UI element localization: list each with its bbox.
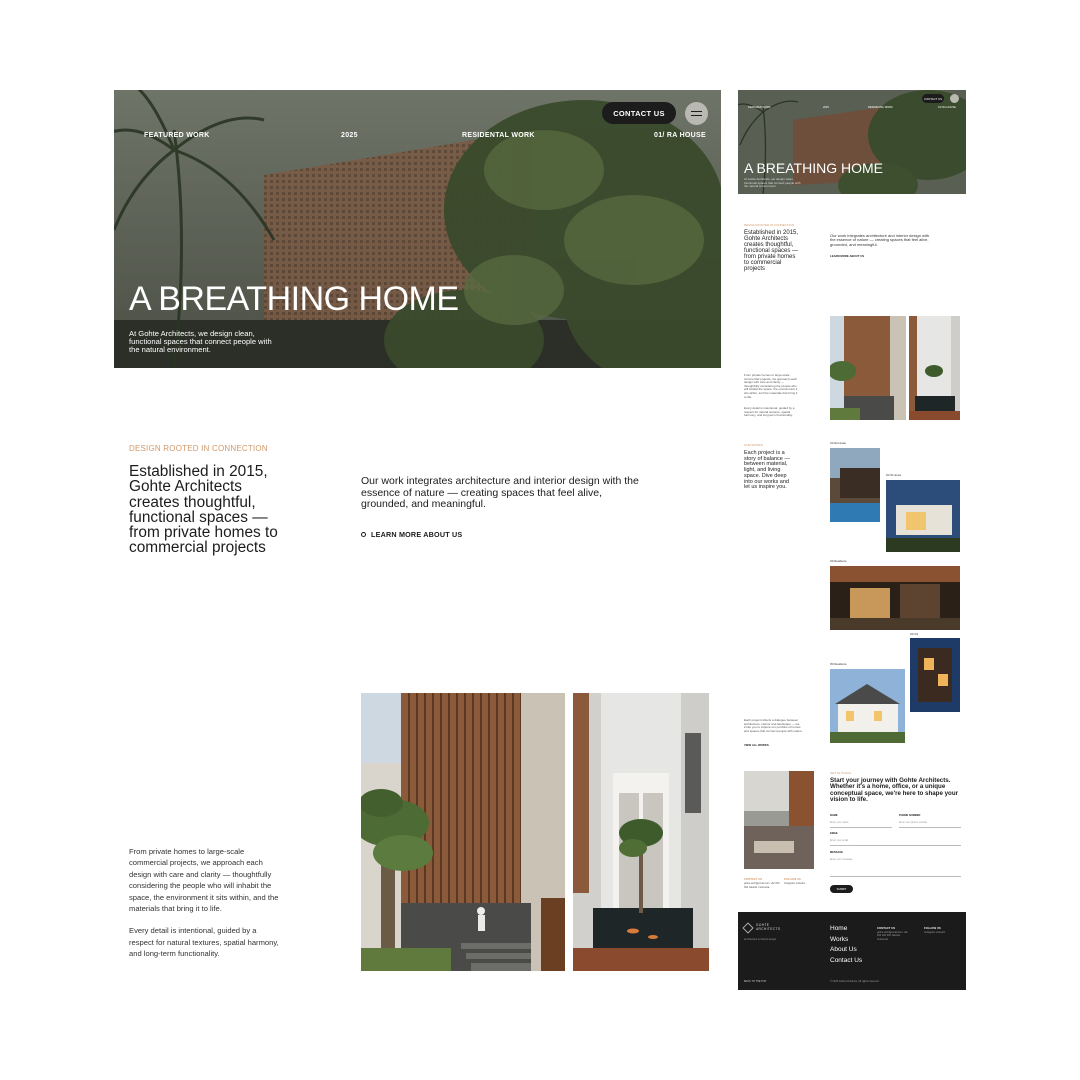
about-eyebrow: DESIGN ROOTED IN CONNECTION — [129, 444, 268, 453]
mini-about-heading: Established in 2015, Gohte Architects cr… — [744, 230, 799, 272]
mini-name-label: NAME — [830, 814, 838, 817]
mini-photo-courtyard — [909, 316, 960, 420]
mini-footer-logo[interactable]: GOHTE ARCHITECTS — [756, 923, 790, 931]
learn-more-label: LEARN MORE ABOUT US — [371, 530, 463, 539]
mini-phone-input[interactable]: Enter your phone number — [899, 821, 927, 824]
mini-form-heading: Start your journey with Gohte Architects… — [830, 777, 959, 804]
mini-nav-category[interactable]: RESIDENTAL WORK — [868, 106, 893, 109]
mini-project-caption-3[interactable]: 03/ Residence — [830, 560, 847, 563]
mini-form-eyebrow: GET IN TOUCH — [830, 771, 852, 775]
mini-body-paragraph-1: From private homes to large-scale commer… — [744, 373, 798, 399]
contact-us-button[interactable]: CONTACT US — [602, 102, 676, 124]
project-photo-facade — [361, 693, 565, 971]
mini-nav-project: 01/ RA HOUSE — [938, 106, 956, 109]
mobile-preview: FEATURED WORK 2025 RESIDENTAL WORK 01/ R… — [738, 90, 966, 990]
mini-footer-follow-heading: FOLLOW US — [924, 926, 941, 930]
mini-project-caption-1[interactable]: 01/ RA House — [830, 442, 846, 445]
mini-project-3-photo[interactable] — [830, 566, 960, 630]
menu-icon-line — [691, 115, 702, 117]
mini-message-input[interactable]: Enter your message — [830, 858, 852, 861]
mini-project-caption-5[interactable]: 05/ Residence — [830, 663, 847, 666]
mini-message-underline — [830, 876, 961, 877]
mini-hero-subtitle: At Gohte Architects, we design clean, fu… — [744, 177, 801, 189]
mini-footer-nav-home[interactable]: Home — [830, 924, 847, 935]
hero-subtitle: At Gohte Architects, we design clean, fu… — [129, 329, 272, 354]
mini-name-input[interactable]: Enter your name — [830, 821, 848, 824]
hero-nav-project: 01/ RA HOUSE — [654, 132, 706, 139]
mini-name-underline — [830, 827, 892, 828]
mini-menu-button[interactable] — [950, 94, 959, 103]
mini-contact-photo — [744, 771, 814, 869]
mini-contact-button[interactable]: CONTACT US — [922, 94, 944, 103]
hero-section: FEATURED WORK 2025 RESIDENTAL WORK 01/ R… — [114, 90, 721, 368]
mini-contact-heading: CONTACT US — [744, 877, 763, 881]
hero-title: A BREATHING HOME — [129, 280, 459, 318]
mini-footer-nav-contact[interactable]: Contact Us — [830, 956, 862, 967]
mini-message-label: MESSAGE — [830, 851, 843, 854]
mini-hero: FEATURED WORK 2025 RESIDENTAL WORK 01/ R… — [738, 90, 966, 194]
mini-about-text: Our work integrates architecture and int… — [830, 233, 930, 247]
mini-project-5-photo[interactable] — [830, 669, 905, 743]
mini-email-label: EMAIL — [830, 832, 839, 835]
hero-nav-featured[interactable]: FEATURED WORK — [144, 132, 210, 139]
mini-contact-text: gohte.arch@email.com +62 000 000 Jakarta… — [744, 882, 780, 889]
about-text: Our work integrates architecture and int… — [361, 475, 639, 510]
mini-footer-nav-about[interactable]: About Us — [830, 945, 857, 956]
hero-nav-category[interactable]: RESIDENTAL WORK — [462, 132, 535, 139]
mini-phone-label: PHONE NUMBER — [899, 814, 921, 817]
menu-button[interactable] — [685, 102, 708, 125]
mini-follow-text[interactable]: Instagram LinkedIn — [784, 882, 812, 886]
mini-footer-contact-heading: CONTACT US — [877, 926, 896, 930]
project-photo-courtyard — [573, 693, 709, 971]
mini-project-caption-4[interactable]: 04/ GS — [910, 633, 918, 636]
mini-project-1-photo[interactable] — [830, 448, 880, 522]
mini-footer-copyright: © 2025 Gohte Architects. All rights rese… — [830, 980, 880, 983]
mini-projects-heading: Each project is a story of balance — bet… — [744, 450, 790, 491]
mini-nav-featured[interactable]: FEATURED WORK — [748, 106, 771, 109]
mini-learn-more-link[interactable]: LEARN MORE ABOUT US — [830, 254, 864, 258]
body-paragraph-2: Every detail is intentional, guided by a… — [129, 926, 279, 959]
body-copy: From private homes to large-scale commer… — [129, 846, 279, 960]
menu-icon — [691, 110, 702, 112]
mini-body-paragraph-2: Every detail is intentional, guided by a… — [744, 406, 795, 418]
learn-more-link[interactable]: LEARN MORE ABOUT US — [361, 530, 462, 539]
mini-about-eyebrow: DESIGN ROOTED IN CONNECTION — [744, 223, 795, 227]
body-paragraph-1: From private homes to large-scale commer… — [129, 847, 279, 914]
mini-photo-facade — [830, 316, 906, 420]
mini-projects-eyebrow: OUR WORKS — [744, 443, 763, 447]
mini-back-to-top[interactable]: BACK TO THE TOP — [744, 980, 766, 983]
hero-nav-year: 2025 — [341, 132, 358, 139]
mini-submit-button[interactable]: SUBMIT — [830, 885, 853, 893]
learn-more-dot-icon — [361, 532, 366, 537]
mini-footer-nav-works[interactable]: Works — [830, 935, 848, 946]
mini-follow-heading: FOLLOW US — [784, 877, 801, 881]
mini-footer-tagline: Architecture & interior design — [744, 938, 777, 941]
mini-projects-text: Each project reflects a dialogue between… — [744, 718, 803, 733]
logo-icon — [742, 922, 754, 934]
mini-footer-follow-text[interactable]: Instagram LinkedIn — [924, 931, 958, 934]
mini-footer: GOHTE ARCHITECTS Architecture & interior… — [738, 912, 966, 990]
mini-email-underline — [830, 845, 961, 846]
mini-project-2-photo[interactable] — [886, 480, 960, 552]
mini-project-4-photo[interactable] — [910, 638, 960, 712]
mini-phone-underline — [899, 827, 961, 828]
mini-hero-title: A BREATHING HOME — [744, 160, 883, 176]
mini-footer-contact-text: gohte.arch@email.com +62 000 000 000 Jak… — [877, 931, 908, 941]
mini-nav-year: 2025 — [823, 106, 829, 109]
about-heading: Established in 2015, Gohte Architects cr… — [129, 463, 278, 557]
mini-view-all-link[interactable]: VIEW ALL WORKS — [744, 743, 769, 747]
mini-email-input[interactable]: Enter your email — [830, 839, 848, 842]
mini-project-caption-2[interactable]: 02/ ID House — [886, 474, 901, 477]
